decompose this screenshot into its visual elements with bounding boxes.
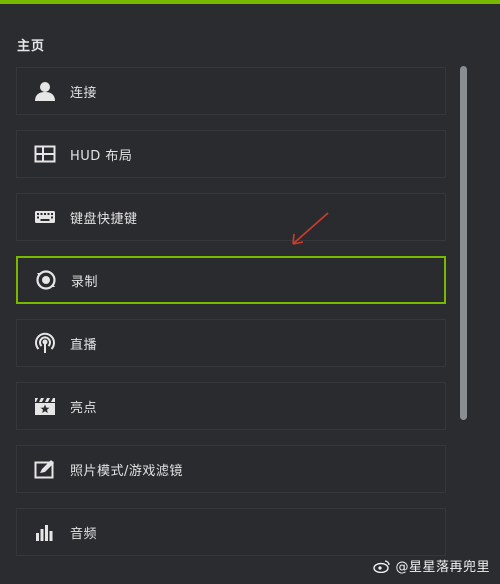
menu-item-audio[interactable]: 音频: [16, 508, 446, 556]
menu-item-hud-layout[interactable]: HUD 布局: [16, 130, 446, 178]
top-accent-bar: [0, 0, 500, 4]
menu-item-highlights[interactable]: 亮点: [16, 382, 446, 430]
menu-item-keyboard-shortcuts[interactable]: 键盘快捷键: [16, 193, 446, 241]
page-title: 主页: [17, 39, 46, 54]
menu-item-label: 录制: [71, 274, 99, 290]
menu-item-label: 连接: [70, 85, 98, 101]
watermark: @星星落再兜里: [373, 556, 490, 575]
person-icon: [34, 80, 56, 102]
menu-item-broadcast[interactable]: 直播: [16, 319, 446, 367]
layout-grid-icon: [34, 143, 56, 165]
broadcast-icon: [34, 332, 56, 354]
watermark-text: @星星落再兜里: [395, 560, 490, 575]
record-icon: [35, 269, 57, 291]
keyboard-icon: [34, 206, 56, 228]
menu-item-label: 亮点: [70, 400, 98, 416]
menu-item-label: 直播: [70, 337, 98, 353]
menu-item-label: 键盘快捷键: [70, 211, 138, 227]
menu-item-record[interactable]: 录制: [16, 256, 446, 304]
photo-edit-icon: [34, 458, 56, 480]
menu-item-photo-mode-filters[interactable]: 照片模式/游戏滤镜: [16, 445, 446, 493]
annotation-arrow-icon: [292, 212, 329, 245]
menu-item-connect[interactable]: 连接: [16, 67, 446, 115]
menu-item-label: 照片模式/游戏滤镜: [70, 463, 183, 479]
menu-item-label: 音频: [70, 526, 98, 542]
audio-equalizer-icon: [34, 521, 56, 543]
menu-item-label: HUD 布局: [70, 148, 133, 164]
scrollbar[interactable]: [460, 66, 467, 420]
clapperboard-star-icon: [34, 395, 56, 417]
weibo-logo-icon: [373, 559, 391, 573]
